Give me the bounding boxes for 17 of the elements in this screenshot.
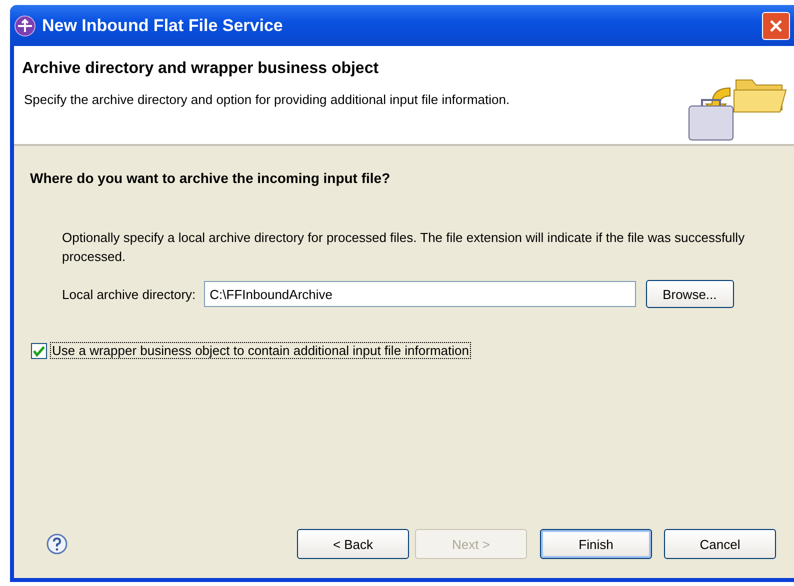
close-button[interactable] [762,12,790,40]
browse-button[interactable]: Browse... [646,280,734,308]
checkbox-label[interactable]: Use a wrapper business object to contain additional input file information [50,342,471,359]
window-title: New Inbound Flat File Service [42,16,284,36]
app-icon [14,14,36,36]
wizard-button[interactable]: Cancel [664,529,776,559]
close-icon [769,18,783,32]
page-title: Archive directory and wrapper business object [22,60,380,78]
section-heading: Where do you want to archive the incoming input file? [30,170,392,186]
page-description: Specify the archive directory and option for providing additional input file information. [23,92,511,107]
help-icon[interactable] [46,533,68,555]
section-description: Optionally specify a local archive directory for processed files. The file extension will indicate if the file was successfully processed. [62,229,746,266]
checkbox[interactable] [31,342,47,358]
wizard-button[interactable]: Finish [540,529,652,559]
field-label: Local archive directory: [62,286,196,302]
wizard-button[interactable]: < Back [297,529,409,559]
archive-directory-field[interactable]: C:\FFInboundArchive [204,281,636,307]
